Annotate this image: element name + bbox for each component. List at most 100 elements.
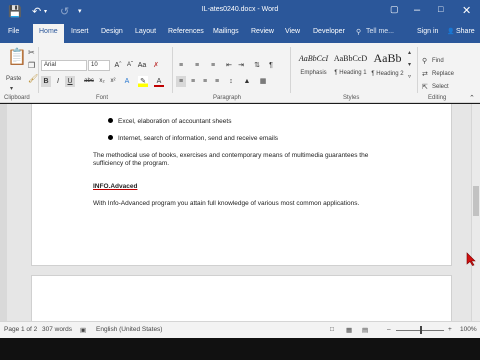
zoom-level[interactable]: 100% (460, 326, 477, 333)
zoom-slider-thumb[interactable] (420, 326, 422, 334)
share-person-icon: 👤 (447, 29, 455, 35)
shrink-font-icon[interactable]: Aˇ (125, 60, 135, 71)
maximize-icon[interactable]: □ (438, 4, 443, 14)
zoom-out-icon[interactable]: – (387, 326, 391, 333)
ribbon-home: 📋 Paste ▾ ✂ ❐ 🖌 Clipboard Arial 10 Aˆ Aˇ… (0, 43, 480, 103)
window-title: IL-ates0240.docx - Word (201, 6, 279, 13)
shading-icon[interactable]: ▲ (242, 76, 252, 87)
ribbon-display-options-icon[interactable]: ▢ (390, 4, 399, 15)
close-icon[interactable]: ✕ (462, 4, 471, 17)
strikethrough-icon[interactable]: abc (84, 76, 94, 87)
cut-icon[interactable]: ✂ (28, 48, 35, 57)
style-heading-1[interactable]: AaBbCcD ¶ Heading 1 (332, 47, 369, 83)
sort-icon[interactable]: ⇅ (252, 60, 262, 71)
paste-icon[interactable]: 📋 (7, 47, 27, 67)
word-window: 💾 ↶ ▾ ↺ ▾ IL-ates0240.docx - Word ▢ – □ … (0, 0, 480, 360)
styles-group-label: Styles (343, 95, 360, 101)
find-button[interactable]: Find (432, 58, 444, 64)
styles-scroll-down-icon[interactable]: ▾ (408, 61, 411, 68)
vertical-ruler (0, 104, 7, 321)
word-count[interactable]: 307 words (42, 326, 72, 333)
paste-button[interactable]: Paste (6, 76, 21, 82)
copy-icon[interactable]: ❐ (28, 61, 35, 70)
page-1[interactable]: Excel, elaboration of accountant sheets … (31, 104, 452, 266)
subscript-icon[interactable]: x₂ (97, 76, 107, 87)
paragraph-line: sufficiency of the program. (93, 160, 170, 167)
divider (290, 47, 291, 93)
replace-button[interactable]: Replace (432, 71, 454, 77)
scrollbar-thumb[interactable] (473, 186, 479, 216)
styles-more-icon[interactable]: ▿ (408, 73, 411, 80)
sign-in-link[interactable]: Sign in (417, 28, 438, 35)
align-right-icon[interactable]: ≡ (200, 76, 210, 87)
decrease-indent-icon[interactable]: ⇤ (224, 60, 234, 71)
select-button[interactable]: Select (432, 84, 449, 90)
style-name: Emphasis (300, 70, 327, 76)
bullets-icon[interactable]: ≡ (176, 60, 186, 71)
italic-icon[interactable]: I (53, 76, 63, 87)
share-button[interactable]: Share (456, 28, 475, 35)
clear-formatting-icon[interactable]: ✗ (151, 60, 161, 71)
tab-insert[interactable]: Insert (71, 28, 89, 35)
bullet-item: Excel, elaboration of accountant sheets (118, 118, 232, 125)
proofing-icon[interactable]: ▣ (80, 326, 86, 334)
zoom-in-icon[interactable]: + (448, 326, 452, 333)
tab-home[interactable]: Home (33, 24, 64, 43)
align-left-icon[interactable]: ≡ (176, 76, 186, 87)
superscript-icon[interactable]: x² (108, 76, 118, 87)
tab-file[interactable]: File (8, 28, 19, 35)
bullet-icon (108, 118, 113, 123)
align-center-icon[interactable]: ≡ (188, 76, 198, 87)
collapse-ribbon-icon[interactable]: ⌃ (469, 94, 475, 102)
read-mode-icon[interactable]: □ (330, 326, 334, 333)
format-painter-icon[interactable]: 🖌 (28, 74, 38, 83)
language-status[interactable]: English (United States) (96, 326, 162, 333)
multilevel-list-icon[interactable]: ≡ (208, 60, 218, 71)
tab-view[interactable]: View (285, 28, 300, 35)
tab-references[interactable]: References (168, 28, 204, 35)
borders-icon[interactable]: ▦ (258, 76, 268, 87)
justify-icon[interactable]: ≡ (212, 76, 222, 87)
replace-icon[interactable]: ⇄ (422, 70, 428, 78)
tab-mailings[interactable]: Mailings (213, 28, 239, 35)
tab-design[interactable]: Design (101, 28, 123, 35)
numbering-icon[interactable]: ≡ (192, 60, 202, 71)
print-layout-icon[interactable]: ▦ (346, 326, 352, 334)
tab-layout[interactable]: Layout (135, 28, 156, 35)
font-name-box[interactable]: Arial (41, 60, 87, 71)
page-count[interactable]: Page 1 of 2 (4, 326, 37, 333)
style-sample: AaBbCcI (298, 54, 329, 63)
style-heading-2[interactable]: AaBb ¶ Heading 2 (369, 47, 406, 83)
mouse-cursor-icon (466, 252, 476, 266)
web-layout-icon[interactable]: ▤ (362, 326, 368, 334)
divider (38, 47, 39, 93)
grow-font-icon[interactable]: Aˆ (113, 60, 123, 71)
text-effects-icon[interactable]: A (122, 76, 132, 87)
show-formatting-icon[interactable]: ¶ (266, 60, 276, 71)
style-name: ¶ Heading 1 (334, 70, 367, 76)
underline-icon[interactable]: U (65, 76, 75, 87)
find-icon[interactable]: ⚲ (422, 57, 427, 65)
minimize-icon[interactable]: – (414, 4, 420, 16)
paragraph-line: The methodical use of books, exercises a… (93, 152, 369, 159)
document-area: Excel, elaboration of accountant sheets … (0, 104, 471, 335)
tell-me-search[interactable]: Tell me... (366, 28, 394, 35)
vertical-scrollbar[interactable] (471, 104, 480, 321)
tab-developer[interactable]: Developer (313, 28, 345, 35)
font-color-icon[interactable]: A (154, 76, 164, 87)
styles-scroll-up-icon[interactable]: ▴ (408, 49, 411, 56)
increase-indent-icon[interactable]: ⇥ (236, 60, 246, 71)
highlight-icon[interactable]: ✎ (138, 76, 148, 87)
divider (417, 47, 418, 93)
style-emphasis[interactable]: AaBbCcI Emphasis (295, 47, 332, 83)
clipboard-group-label: Clipboard (4, 95, 30, 101)
lightbulb-icon: ⚲ (356, 29, 362, 36)
tab-review[interactable]: Review (251, 28, 274, 35)
change-case-icon[interactable]: Aa (137, 60, 147, 71)
select-icon[interactable]: ⇱ (422, 83, 428, 91)
bold-icon[interactable]: B (41, 76, 51, 87)
font-size-box[interactable]: 10 (88, 60, 110, 71)
divider (172, 47, 173, 93)
paste-dropdown-icon[interactable]: ▾ (10, 85, 13, 92)
line-spacing-icon[interactable]: ↕ (226, 76, 236, 87)
